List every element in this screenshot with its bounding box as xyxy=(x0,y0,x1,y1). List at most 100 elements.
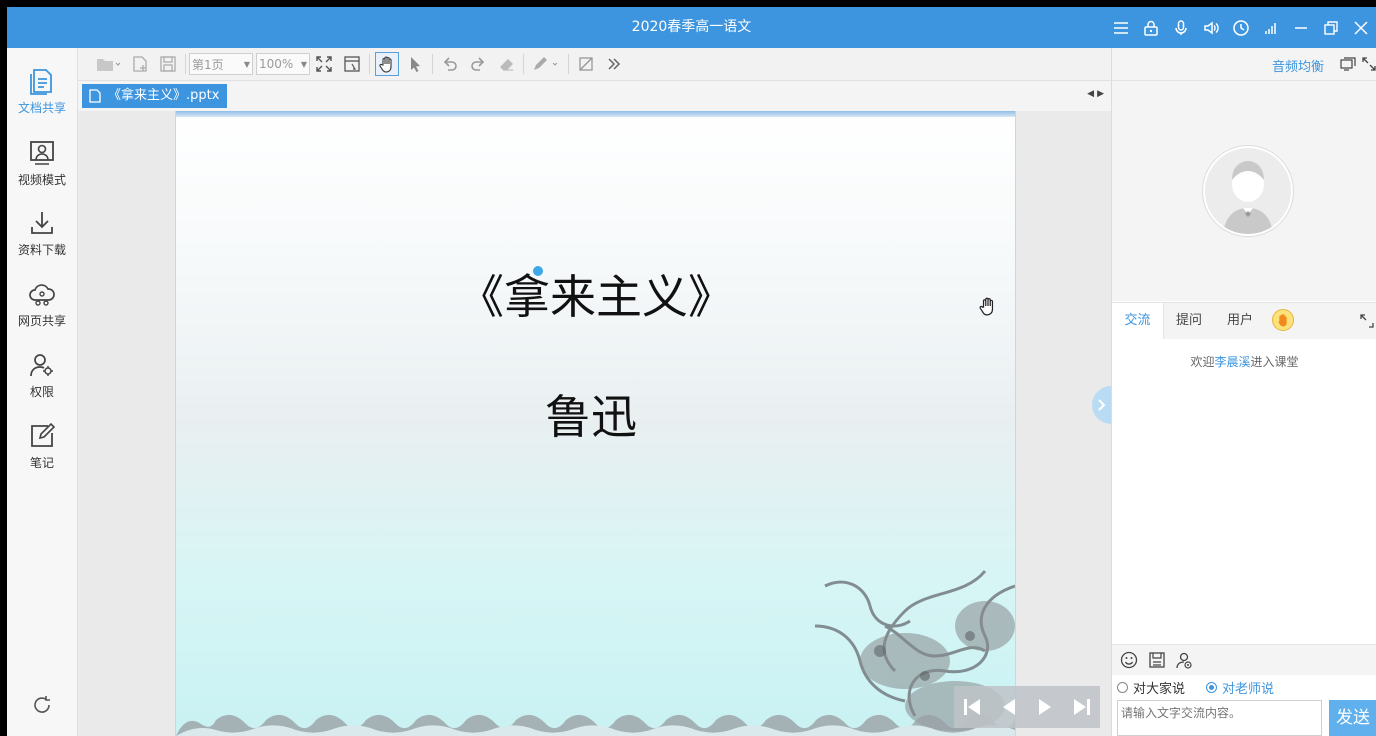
zoom-select[interactable]: 100% ▼ xyxy=(256,53,310,75)
download-icon xyxy=(31,212,53,234)
skip-last-icon xyxy=(1073,699,1090,715)
welcome-user-name[interactable]: 李晨溪 xyxy=(1214,355,1250,369)
chevron-down-icon: ▼ xyxy=(300,59,307,69)
pen-tool-button[interactable] xyxy=(529,52,563,76)
slide-author: 鲁迅 xyxy=(545,390,637,444)
previous-slide-button[interactable] xyxy=(995,693,1023,721)
menu-icon[interactable] xyxy=(1106,7,1136,48)
presentation-stage: 《拿来主义》 鲁迅 xyxy=(78,111,1111,736)
first-slide-button[interactable] xyxy=(958,693,986,721)
audio-balance-link[interactable]: 音频均衡 xyxy=(1272,56,1324,75)
open-folder-button[interactable] xyxy=(92,52,124,76)
toolbar-divider xyxy=(523,54,524,74)
pointer-tool-button[interactable] xyxy=(403,52,427,76)
signal-icon[interactable] xyxy=(1256,7,1286,48)
sidebar-item-label: 文档共享 xyxy=(17,101,66,115)
clear-annotations-button[interactable] xyxy=(574,52,598,76)
left-sidebar: 文档共享 视频模式 资料下载 网页共享 权限 笔记 xyxy=(7,48,78,736)
wave-border-decoration xyxy=(176,714,1015,736)
speaker-icon[interactable] xyxy=(1196,7,1226,48)
save-icon xyxy=(160,56,176,72)
skip-first-icon xyxy=(964,699,981,715)
sidebar-item-notes[interactable]: 笔记 xyxy=(7,421,77,485)
tab-questions[interactable]: 提问 xyxy=(1164,303,1214,339)
screen-share-icon[interactable] xyxy=(1340,56,1356,72)
cursor-arrow-icon xyxy=(411,57,420,72)
sidebar-item-video-mode[interactable]: 视频模式 xyxy=(7,138,77,202)
prev-icon xyxy=(1002,699,1015,715)
popout-icon[interactable] xyxy=(1360,314,1374,328)
undo-button[interactable] xyxy=(438,52,462,76)
radio-indicator xyxy=(1117,682,1128,693)
chat-input[interactable] xyxy=(1117,700,1322,736)
pen-icon xyxy=(534,57,558,70)
zoom-select-value: 100% xyxy=(259,57,294,71)
raise-hand-button[interactable] xyxy=(1272,309,1294,331)
hand-tool-button[interactable] xyxy=(375,52,399,76)
toolbar-divider xyxy=(369,54,370,74)
add-page-icon xyxy=(133,56,147,72)
lock-icon[interactable] xyxy=(1136,7,1166,48)
chat-message-list: 欢迎李晨溪进入课堂 xyxy=(1112,339,1376,644)
clock-icon[interactable] xyxy=(1226,7,1256,48)
page-select[interactable]: 第1页 ▼ xyxy=(189,53,253,75)
sidebar-item-download[interactable]: 资料下载 xyxy=(7,208,77,272)
page-select-value: 第1页 xyxy=(192,57,224,72)
save-chat-icon[interactable] xyxy=(1148,651,1166,669)
emoji-icon[interactable] xyxy=(1120,651,1138,669)
restore-icon[interactable] xyxy=(1316,7,1346,48)
new-page-button[interactable] xyxy=(128,52,152,76)
chat-tabs: 交流 提问 用户 xyxy=(1112,302,1376,340)
radio-indicator xyxy=(1206,682,1217,693)
redo-button[interactable] xyxy=(466,52,490,76)
fullscreen-icon xyxy=(316,56,332,72)
minimize-icon[interactable] xyxy=(1286,7,1316,48)
sidebar-item-web-share[interactable]: 网页共享 xyxy=(7,279,77,343)
cloud-share-icon xyxy=(29,284,55,306)
radio-label: 对大家说 xyxy=(1133,682,1186,697)
eraser-icon xyxy=(500,59,513,71)
note-icon xyxy=(31,422,56,447)
chevron-down-icon: ▼ xyxy=(243,59,250,69)
more-tools-button[interactable] xyxy=(602,52,626,76)
radio-label: 对老师说 xyxy=(1222,682,1275,697)
expand-icon[interactable] xyxy=(1361,56,1376,72)
panel-expand-toggle[interactable] xyxy=(1092,386,1111,424)
tab-scroll-arrows[interactable]: ◀▶ xyxy=(1087,89,1107,99)
next-slide-button[interactable] xyxy=(1031,693,1059,721)
eraser-button[interactable] xyxy=(494,52,518,76)
send-button[interactable]: 发送 xyxy=(1329,700,1376,736)
permission-icon xyxy=(30,354,53,377)
hand-icon xyxy=(379,56,392,73)
document-icon xyxy=(89,89,101,103)
toolbar-divider xyxy=(185,54,186,74)
fullscreen-button[interactable] xyxy=(312,52,336,76)
refresh-icon[interactable] xyxy=(30,693,54,717)
document-toolbar: 第1页 ▼ 100% ▼ xyxy=(78,48,1111,81)
double-chevron-right-icon xyxy=(608,58,621,70)
welcome-suffix: 进入课堂 xyxy=(1250,355,1299,369)
tab-users[interactable]: 用户 xyxy=(1215,303,1265,339)
laser-pointer-dot xyxy=(533,266,543,276)
microphone-icon[interactable] xyxy=(1166,7,1196,48)
raise-hand-icon xyxy=(1278,314,1287,327)
private-chat-icon[interactable] xyxy=(1175,651,1193,669)
sidebar-item-label: 笔记 xyxy=(29,456,54,470)
classroom-app-window: 2020春季高一语文 文档共享 视频模式 资料下载 网页共享 权限 笔记 第1页… xyxy=(7,7,1376,736)
save-button[interactable] xyxy=(156,52,180,76)
title-bar: 2020春季高一语文 xyxy=(7,7,1376,48)
sidebar-item-document-share[interactable]: 文档共享 xyxy=(7,66,77,130)
radio-to-teacher[interactable]: 对老师说 xyxy=(1206,678,1274,697)
radio-to-everyone[interactable]: 对大家说 xyxy=(1117,678,1185,697)
folder-icon xyxy=(97,59,121,71)
last-slide-button[interactable] xyxy=(1068,693,1096,721)
close-icon[interactable] xyxy=(1346,7,1376,48)
user-avatar-icon xyxy=(1205,148,1291,234)
next-icon xyxy=(1039,699,1052,715)
sidebar-item-label: 视频模式 xyxy=(17,173,66,187)
fit-page-button[interactable] xyxy=(340,52,364,76)
tab-document[interactable]: 《拿来主义》.pptx xyxy=(82,84,228,108)
sidebar-item-permission[interactable]: 权限 xyxy=(7,350,77,414)
tab-chat[interactable]: 交流 xyxy=(1112,303,1164,340)
right-panel-header: 音频均衡 xyxy=(1112,48,1376,81)
